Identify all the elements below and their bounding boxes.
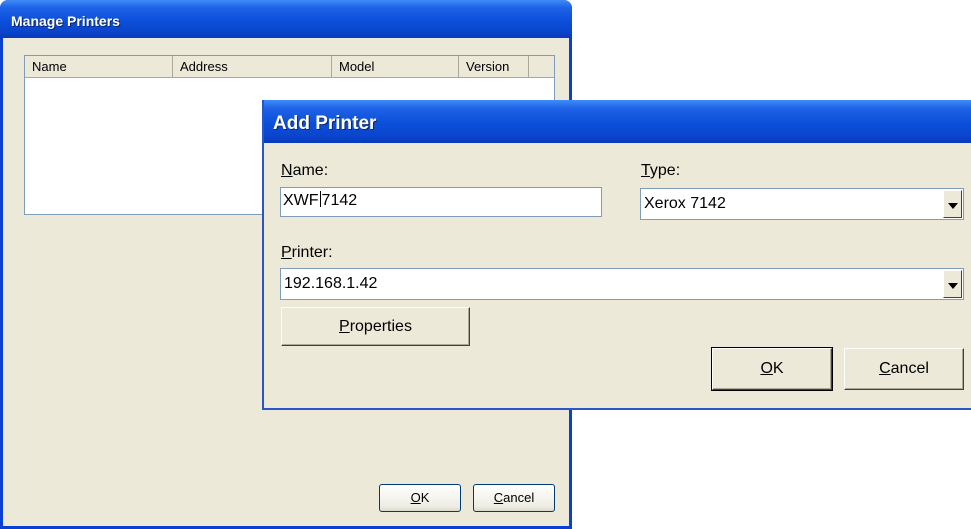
- type-label: Type:: [641, 162, 680, 180]
- add-ok-button[interactable]: OK: [711, 347, 833, 391]
- column-header-model[interactable]: Model: [332, 56, 459, 77]
- printer-label: Printer:: [281, 244, 333, 262]
- chevron-down-icon: [947, 202, 958, 209]
- printer-dropdown-value: 192.168.1.42: [284, 275, 378, 292]
- manage-ok-mnemonic: O: [410, 490, 421, 505]
- printer-dropdown-arrow[interactable]: [943, 270, 962, 298]
- printer-label-mnemonic: P: [281, 244, 292, 261]
- type-label-text: ype:: [649, 162, 681, 179]
- name-label-text: ame:: [292, 162, 329, 179]
- manage-printers-title: Manage Printers: [11, 13, 120, 29]
- add-cancel-label: ancel: [890, 360, 929, 377]
- chevron-down-icon: [947, 282, 958, 289]
- manage-cancel-label: ancel: [503, 490, 535, 505]
- printers-list-header: Name Address Model Version: [25, 56, 554, 78]
- manage-cancel-mnemonic: C: [493, 490, 504, 505]
- type-dropdown-value: Xerox 7142: [644, 195, 726, 212]
- add-ok-mnemonic: O: [760, 360, 773, 377]
- add-cancel-mnemonic: C: [879, 360, 891, 377]
- column-header-name[interactable]: Name: [25, 56, 173, 77]
- properties-mnemonic: P: [339, 318, 350, 335]
- add-printer-title: Add Printer: [273, 113, 377, 134]
- name-field-text-before: XWF: [283, 192, 319, 209]
- add-cancel-button[interactable]: Cancel: [844, 348, 964, 390]
- name-label: Name:: [281, 162, 328, 180]
- type-label-mnemonic: T: [641, 162, 650, 179]
- column-header-version[interactable]: Version: [459, 56, 529, 77]
- add-printer-dialog: Add Printer Name: XWF 7142 Type: Xerox 71…: [262, 100, 971, 410]
- properties-label: roperties: [349, 318, 412, 335]
- name-label-mnemonic: N: [281, 162, 293, 179]
- name-field[interactable]: XWF 7142: [280, 187, 602, 217]
- add-printer-titlebar[interactable]: Add Printer: [264, 100, 971, 143]
- type-dropdown[interactable]: Xerox 7142: [640, 188, 964, 220]
- printer-dropdown[interactable]: 192.168.1.42: [280, 268, 964, 300]
- name-field-text-after: 7142: [321, 192, 358, 209]
- type-dropdown-arrow[interactable]: [943, 190, 962, 218]
- manage-ok-label: K: [420, 490, 430, 505]
- properties-button[interactable]: Properties: [281, 307, 470, 346]
- manage-ok-button[interactable]: OK: [379, 484, 461, 512]
- add-ok-label: K: [772, 360, 784, 377]
- text-caret: [319, 191, 321, 207]
- manage-printers-titlebar[interactable]: Manage Printers: [0, 0, 572, 38]
- manage-cancel-button[interactable]: Cancel: [473, 484, 555, 512]
- printer-label-text: rinter:: [291, 244, 333, 261]
- column-header-address[interactable]: Address: [173, 56, 332, 77]
